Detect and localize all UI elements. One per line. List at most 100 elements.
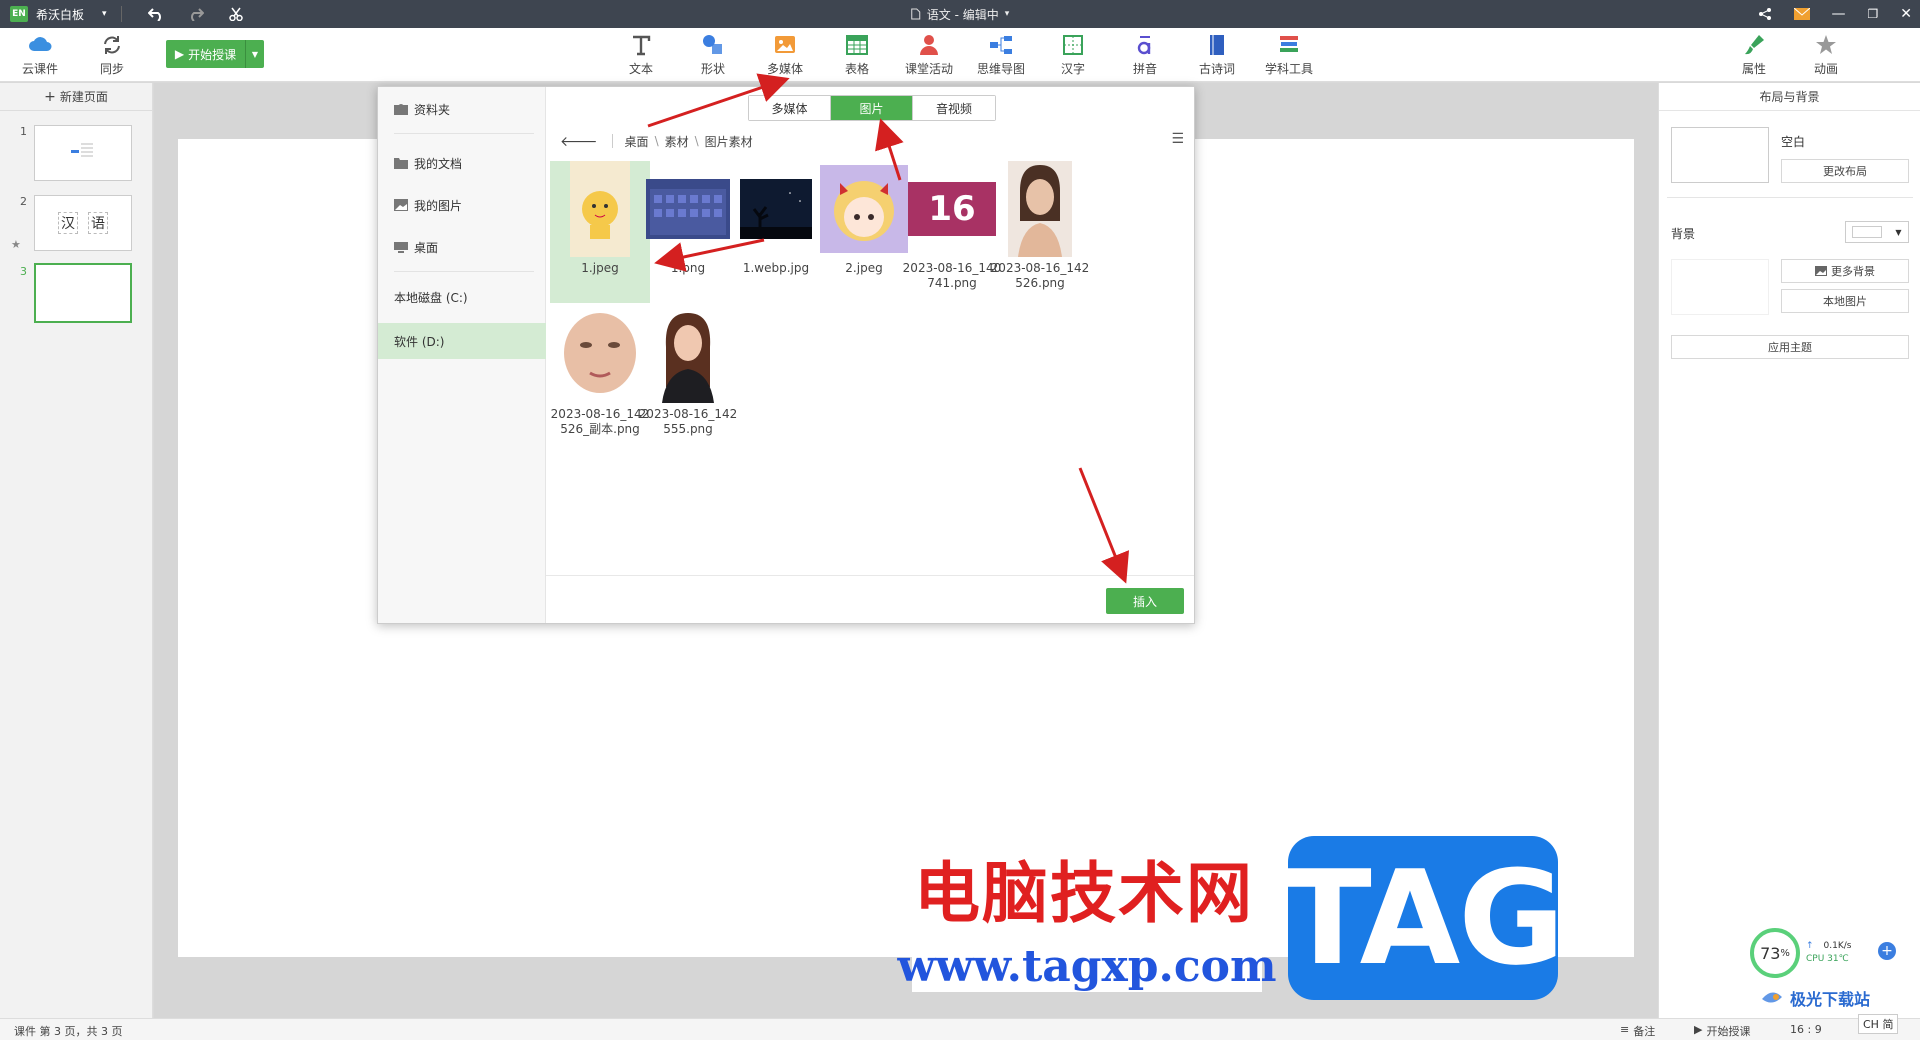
image-icon bbox=[775, 36, 795, 53]
file-item[interactable]: 1.png bbox=[638, 161, 738, 276]
aspect-ratio[interactable]: 16 : 9 bbox=[1790, 1023, 1822, 1036]
tool-class-activity[interactable]: 课堂活动 bbox=[901, 32, 957, 77]
breadcrumb-separator: \ bbox=[654, 134, 659, 148]
file-thumbnail bbox=[644, 307, 732, 403]
list-view-icon[interactable]: ☰ bbox=[1171, 131, 1184, 147]
sidebar-item-library[interactable]: 资料夹 bbox=[378, 91, 546, 127]
sidebar-item-label: 本地磁盘 (C:) bbox=[394, 290, 468, 305]
file-item[interactable]: 1.jpeg bbox=[550, 161, 650, 303]
sidebar-item-drive-d[interactable]: 软件 (D:) bbox=[378, 323, 546, 359]
start-class-button[interactable]: ▶ 开始授课 ▼ bbox=[166, 40, 264, 68]
file-name: 2.jpeg bbox=[845, 261, 883, 275]
slide-number: 1 bbox=[20, 125, 27, 138]
status-start-button[interactable]: ▶ 开始授课 bbox=[1694, 1023, 1750, 1039]
sidebar-item-my-pictures[interactable]: 我的图片 bbox=[378, 187, 546, 223]
share-icon[interactable] bbox=[1758, 7, 1772, 21]
properties-label: 属性 bbox=[1741, 62, 1766, 76]
redo-icon[interactable] bbox=[186, 4, 206, 24]
input-method-indicator[interactable]: CH 简 bbox=[1858, 1014, 1899, 1034]
restore-icon[interactable]: ❐ bbox=[1868, 7, 1879, 21]
tool-text[interactable]: 文本 bbox=[613, 32, 669, 77]
change-layout-button[interactable]: 更改布局 bbox=[1781, 159, 1909, 183]
insert-button[interactable]: 插入 bbox=[1106, 588, 1184, 614]
background-color-picker[interactable]: ▼ bbox=[1845, 221, 1909, 243]
cloud-courseware-button[interactable]: 云课件 bbox=[12, 32, 68, 77]
minimize-icon[interactable]: — bbox=[1832, 6, 1846, 22]
breadcrumb-item[interactable]: 图片素材 bbox=[705, 133, 753, 150]
tab-pictures[interactable]: 图片 bbox=[831, 96, 913, 120]
woman-portrait-thumbnail bbox=[1008, 161, 1072, 257]
undo-icon[interactable] bbox=[146, 4, 166, 24]
app-name[interactable]: 希沃白板 bbox=[36, 6, 84, 23]
file-item[interactable]: 1.webp.jpg bbox=[726, 161, 826, 276]
chevron-down-icon[interactable]: ▾ bbox=[1005, 9, 1010, 19]
apply-theme-label: 应用主题 bbox=[1768, 341, 1812, 354]
sidebar-item-label: 桌面 bbox=[414, 240, 439, 255]
watermark-tag-logo: TAG bbox=[1283, 836, 1565, 1000]
divider bbox=[1667, 197, 1913, 198]
play-icon: ▶ bbox=[1694, 1023, 1703, 1036]
system-monitor-widget[interactable]: 73% ↑ 0.1K/s CPU 31℃ + bbox=[1750, 928, 1900, 978]
calendar-screenshot-thumbnail bbox=[646, 179, 730, 239]
file-thumbnail bbox=[644, 161, 732, 257]
document-title[interactable]: 语文 - 编辑中 ▾ bbox=[911, 6, 1010, 23]
slide-number: 3 bbox=[20, 265, 27, 278]
file-item[interactable]: 2.jpeg bbox=[814, 161, 914, 276]
new-page-button[interactable]: + 新建页面 bbox=[0, 83, 152, 111]
properties-tab[interactable]: 属性 bbox=[1726, 32, 1782, 77]
start-class-dropdown-icon[interactable]: ▼ bbox=[246, 50, 264, 59]
cpu-temp: CPU 31℃ bbox=[1806, 954, 1849, 964]
net-speed: 0.1K/s bbox=[1823, 941, 1852, 951]
tab-audio-video[interactable]: 音视频 bbox=[913, 96, 995, 120]
file-item[interactable]: 2023-08-16_142555.png bbox=[638, 307, 738, 437]
animation-tab[interactable]: 动画 bbox=[1798, 32, 1854, 77]
background-label: 背景 bbox=[1671, 227, 1696, 241]
swirl-logo-icon bbox=[1762, 992, 1782, 1003]
start-class-label: 开始授课 bbox=[188, 47, 237, 62]
slide-char: 汉 bbox=[58, 212, 78, 234]
slide-thumbnail-2[interactable]: 汉 语 bbox=[34, 195, 132, 251]
sidebar-item-my-documents[interactable]: 我的文档 bbox=[378, 145, 546, 181]
layout-preview[interactable] bbox=[1671, 127, 1769, 183]
breadcrumb-item[interactable]: 素材 bbox=[665, 133, 689, 150]
back-arrow-icon[interactable]: 🡐 bbox=[560, 133, 598, 150]
breadcrumb-item[interactable]: 桌面 bbox=[625, 133, 649, 150]
tool-pinyin[interactable]: 拼音 bbox=[1117, 32, 1173, 77]
tool-subject[interactable]: 学科工具 bbox=[1261, 32, 1317, 77]
cut-icon[interactable] bbox=[226, 4, 246, 24]
slide-thumbnail-3[interactable] bbox=[34, 263, 132, 323]
tool-label: 古诗词 bbox=[1198, 62, 1235, 76]
sidebar-item-drive-c[interactable]: 本地磁盘 (C:) bbox=[378, 279, 546, 315]
more-background-button[interactable]: 更多背景 bbox=[1781, 259, 1909, 283]
cloud-icon bbox=[29, 37, 52, 51]
tool-hanzi[interactable]: 汉字 bbox=[1045, 32, 1101, 77]
notes-button[interactable]: ≡ 备注 bbox=[1620, 1023, 1655, 1039]
background-preview[interactable] bbox=[1671, 259, 1769, 315]
file-name: 2023-08-16_142555.png bbox=[638, 407, 738, 436]
mail-icon[interactable] bbox=[1793, 8, 1810, 20]
local-image-button[interactable]: 本地图片 bbox=[1781, 289, 1909, 313]
image-icon bbox=[1815, 266, 1827, 276]
app-menu-caret-icon[interactable]: ▾ bbox=[102, 9, 107, 19]
file-item[interactable]: 2023-08-16_142526.png bbox=[990, 161, 1090, 291]
file-thumbnail bbox=[556, 161, 644, 257]
watermark-cn-text: 电脑技术网 bbox=[914, 855, 1254, 932]
tool-multimedia[interactable]: 多媒体 bbox=[757, 32, 813, 77]
tool-table[interactable]: 表格 bbox=[829, 32, 885, 77]
tool-mindmap[interactable]: 思维导图 bbox=[973, 32, 1029, 77]
file-item[interactable]: 2023-08-16_142526_副本.png bbox=[550, 307, 650, 437]
apply-theme-button[interactable]: 应用主题 bbox=[1671, 335, 1909, 359]
slide-thumbnail-1[interactable] bbox=[34, 125, 132, 181]
close-icon[interactable]: ✕ bbox=[1900, 6, 1912, 22]
sidebar-item-desktop[interactable]: 桌面 bbox=[378, 229, 546, 265]
document-icon bbox=[911, 8, 921, 20]
start-class-main[interactable]: ▶ 开始授课 bbox=[166, 40, 246, 68]
thumbnail-text: 16 bbox=[928, 188, 976, 229]
tab-multimedia[interactable]: 多媒体 bbox=[749, 96, 831, 120]
tool-shape[interactable]: 形状 bbox=[685, 32, 741, 77]
plus-badge-icon[interactable]: + bbox=[1878, 942, 1896, 960]
sync-button[interactable]: 同步 bbox=[84, 32, 140, 77]
activity-icon bbox=[920, 35, 938, 55]
file-item[interactable]: 16 2023-08-16_140741.png bbox=[902, 161, 1002, 291]
tool-poetry[interactable]: 古诗词 bbox=[1189, 32, 1245, 77]
